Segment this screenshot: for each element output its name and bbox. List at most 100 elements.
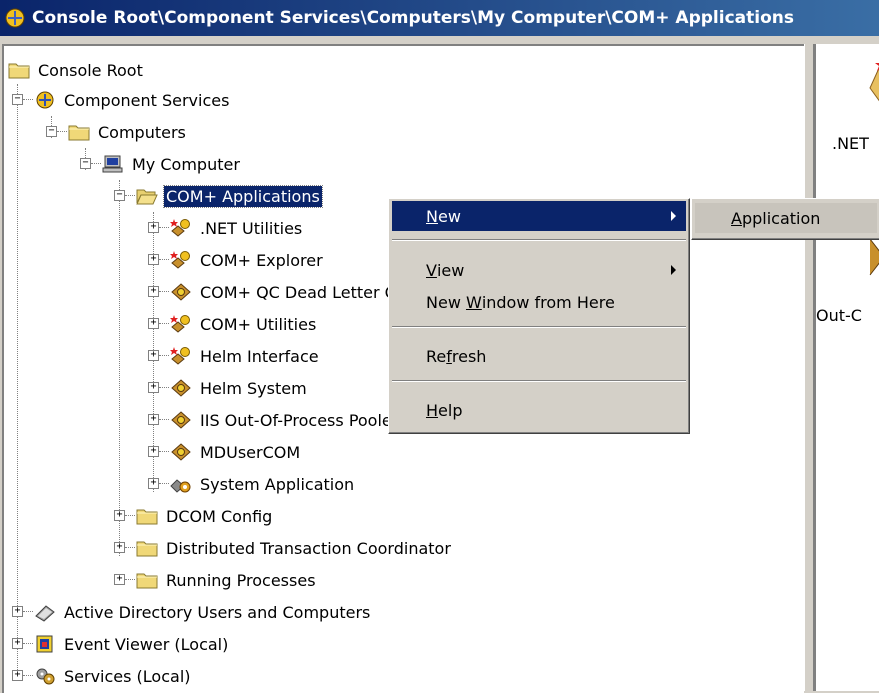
submenu-arrow-icon <box>671 211 676 221</box>
tree-node-component-services[interactable]: Component Services <box>34 86 231 114</box>
menu-item-accel: V <box>426 260 437 280</box>
menu-item-view[interactable]: View <box>392 255 686 285</box>
component-services-icon <box>5 8 25 28</box>
expand-button[interactable]: + <box>114 574 125 585</box>
menu-item-label: elp <box>438 400 463 420</box>
expand-button[interactable]: + <box>148 350 159 361</box>
menu-item-label: resh <box>451 346 487 366</box>
event-viewer-icon <box>36 635 53 653</box>
expand-button[interactable]: + <box>12 638 23 649</box>
tree-node-label: Console Root <box>38 60 143 80</box>
tree-node-active-directory[interactable]: Active Directory Users and Computers <box>34 598 372 626</box>
tree-node-label: COM+ Utilities <box>200 314 317 334</box>
folder-icon <box>8 60 30 80</box>
tree-node-label: Services (Local) <box>64 666 191 686</box>
window-title-bar[interactable]: Console Root\Component Services\Computer… <box>0 0 879 36</box>
tree-node-label: .NET Utilities <box>200 218 303 238</box>
system-application-icon <box>170 474 192 494</box>
submenu: Application <box>691 198 879 240</box>
menu-item-application[interactable]: Application <box>695 203 877 233</box>
tree-node-dtc[interactable]: Distributed Transaction Coordinator <box>136 534 453 562</box>
collapse-button[interactable]: − <box>46 126 57 137</box>
expand-button[interactable]: + <box>148 382 159 393</box>
tree-node-app[interactable]: MDUserCOM <box>170 438 302 466</box>
com-app-icon <box>170 378 192 398</box>
expand-button[interactable]: + <box>114 542 125 553</box>
tree-node-label: Active Directory Users and Computers <box>64 602 371 622</box>
tree-node-label: MDUserCOM <box>200 442 301 462</box>
gears-icon <box>36 668 55 685</box>
tree-node-label: COM+ Applications <box>163 184 323 208</box>
tree-node-app[interactable]: COM+ Explorer <box>170 246 325 274</box>
tree-node-app[interactable]: .NET Utilities <box>170 214 304 242</box>
context-menu: New View New Window from Here Re f resh He… <box>388 198 690 434</box>
component-services-icon <box>36 91 54 109</box>
tree-node-event-viewer[interactable]: Event Viewer (Local) <box>34 630 230 658</box>
tree-node-console-root[interactable]: Console Root <box>8 56 145 84</box>
tree-node-dcom-config[interactable]: DCOM Config <box>136 502 274 530</box>
tree-node-app[interactable]: COM+ Utilities <box>170 310 318 338</box>
folder-icon <box>68 122 90 142</box>
tree-node-label: Helm System <box>200 378 307 398</box>
tree-node-label: DCOM Config <box>166 506 273 526</box>
folder-icon <box>136 570 158 590</box>
menu-item-new[interactable]: New <box>392 201 686 231</box>
expand-button[interactable]: + <box>148 414 159 425</box>
tree-node-running-processes[interactable]: Running Processes <box>136 566 318 594</box>
menu-item-accel: H <box>426 400 439 420</box>
com-app-icon <box>170 250 192 270</box>
tree-node-label: Computers <box>98 122 186 142</box>
expand-button[interactable]: + <box>12 670 23 681</box>
com-app-icon <box>869 63 879 102</box>
expand-button[interactable]: + <box>148 286 159 297</box>
expand-button[interactable]: + <box>148 254 159 265</box>
tree-node-label: System Application <box>200 474 355 494</box>
tree-node-my-computer[interactable]: My Computer <box>102 150 242 178</box>
menu-separator <box>392 326 686 328</box>
tree-node-computers[interactable]: Computers <box>68 118 188 146</box>
tree-node-app[interactable]: Helm Interface <box>170 342 321 370</box>
expand-button[interactable]: + <box>148 446 159 457</box>
expand-button[interactable]: + <box>114 510 125 521</box>
expand-button[interactable]: + <box>148 318 159 329</box>
menu-separator <box>392 239 686 241</box>
tree-node-label: COM+ Explorer <box>200 250 323 270</box>
computer-icon <box>102 155 123 173</box>
open-folder-icon <box>136 186 158 206</box>
menu-item-accel: A <box>731 208 742 228</box>
folder-icon <box>136 506 158 526</box>
menu-item-label: pplication <box>741 208 821 228</box>
menu-item-accel: N <box>426 206 438 226</box>
collapse-button[interactable]: − <box>12 94 23 105</box>
tree-node-com-applications[interactable]: COM+ Applications <box>136 182 323 210</box>
details-item-label: .NET <box>832 134 869 153</box>
tree-node-app[interactable]: Helm System <box>170 374 309 402</box>
expand-button[interactable]: + <box>12 606 23 617</box>
details-pane[interactable]: .NET Out-C <box>814 44 879 691</box>
com-app-icon <box>170 442 192 462</box>
pane-splitter[interactable] <box>804 44 814 691</box>
menu-item-help[interactable]: Help <box>392 395 686 425</box>
expand-button[interactable]: + <box>148 478 159 489</box>
menu-item-label: ew <box>437 206 461 226</box>
submenu-arrow-icon <box>671 265 676 275</box>
tree-node-label: Running Processes <box>166 570 316 590</box>
com-app-icon <box>170 314 192 334</box>
com-app-icon <box>170 218 192 238</box>
menu-item-refresh[interactable]: Re f resh <box>392 341 686 371</box>
com-app-icon <box>170 410 192 430</box>
window-title: Console Root\Component Services\Computer… <box>32 8 794 28</box>
tree-node-services[interactable]: Services (Local) <box>34 662 193 690</box>
folder-icon <box>136 538 158 558</box>
address-book-icon <box>35 605 55 622</box>
tree-node-label: Component Services <box>64 90 230 110</box>
tree-node-app[interactable]: System Application <box>170 470 356 498</box>
tree-node-label: Helm Interface <box>200 346 319 366</box>
com-app-icon <box>170 282 192 302</box>
menu-item-label: New <box>426 292 466 312</box>
expand-button[interactable]: + <box>148 222 159 233</box>
collapse-button[interactable]: − <box>80 158 91 169</box>
menu-separator <box>392 380 686 382</box>
menu-item-new-window[interactable]: New Window from Here <box>392 287 686 317</box>
collapse-button[interactable]: − <box>114 190 125 201</box>
